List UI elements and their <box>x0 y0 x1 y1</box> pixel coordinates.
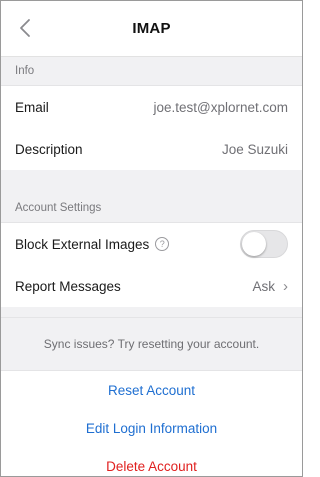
delete-account-button[interactable]: Delete Account <box>1 447 302 476</box>
page-title: IMAP <box>132 20 171 37</box>
help-icon[interactable]: ? <box>155 237 170 251</box>
section-spacer <box>1 307 302 317</box>
navigation-bar: IMAP <box>1 1 302 57</box>
section-header-info: Info <box>1 57 302 86</box>
description-label: Description <box>15 141 83 157</box>
account-settings-screen: IMAP Info Email joe.test@xplornet.com De… <box>0 0 303 477</box>
block-external-images-label: Block External Images <box>15 236 150 252</box>
reset-account-button[interactable]: Reset Account <box>1 371 302 409</box>
report-messages-value: Ask <box>252 278 275 294</box>
email-row: Email joe.test@xplornet.com <box>1 86 302 128</box>
section-spacer <box>1 170 302 194</box>
report-messages-value-group: Ask › <box>252 278 288 295</box>
email-label: Email <box>15 99 49 115</box>
report-messages-label: Report Messages <box>15 278 121 294</box>
report-messages-row[interactable]: Report Messages Ask › <box>1 265 302 307</box>
chevron-right-icon: › <box>283 277 288 295</box>
email-value: joe.test@xplornet.com <box>153 99 288 115</box>
block-external-images-row: Block External Images ? <box>1 223 302 265</box>
toggle-knob <box>242 232 266 256</box>
block-external-images-label-group: Block External Images ? <box>15 236 170 252</box>
description-value: Joe Suzuki <box>221 141 288 157</box>
chevron-left-icon[interactable] <box>15 17 37 39</box>
edit-login-information-button[interactable]: Edit Login Information <box>1 409 302 447</box>
description-row: Description Joe Suzuki <box>1 128 302 170</box>
section-header-account-settings: Account Settings <box>1 194 302 223</box>
block-external-images-toggle[interactable] <box>240 230 288 258</box>
sync-issues-note: Sync issues? Try resetting your account. <box>1 317 302 371</box>
